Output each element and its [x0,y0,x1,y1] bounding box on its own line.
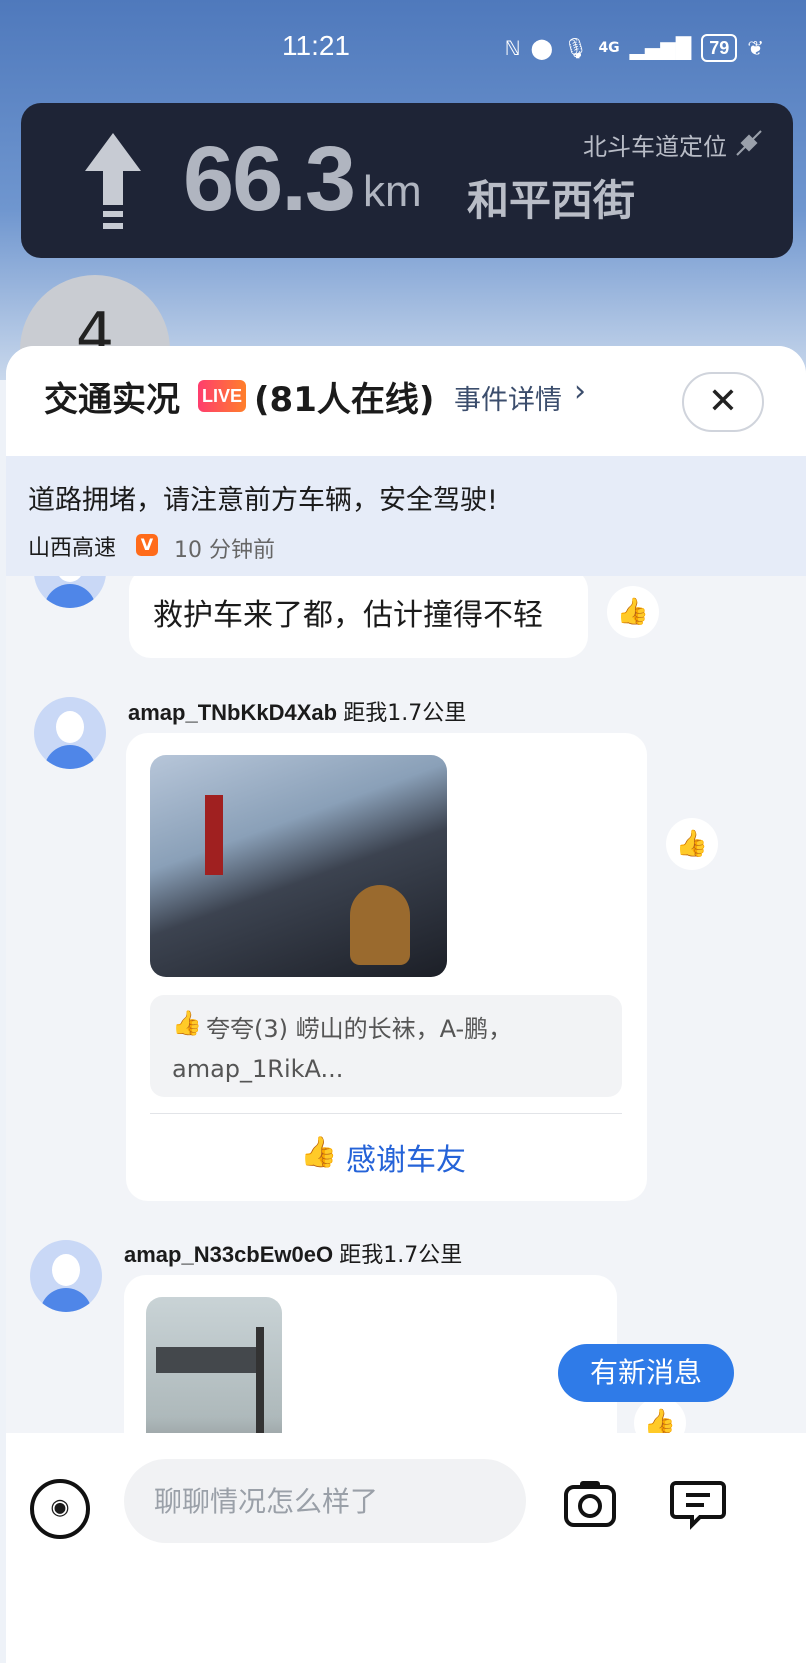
straight-arrow-icon [85,133,141,229]
thumbs-up-icon: 👍 [300,1135,338,1170]
network-label: 4G [598,40,620,56]
message-user-line: amap_N33cbEw0eO 距我1.7公里 [124,1237,462,1269]
nav-distance: 66.3 [183,128,356,230]
chat-input[interactable] [124,1459,526,1543]
navigation-banner[interactable]: 66.3 km 和平西街 北斗车道定位 [21,103,793,258]
panel-header: 交通实况 LIVE (81人在线) 事件详情 › ✕ [6,346,806,456]
thank-label: 感谢车友 [346,1143,466,1178]
nav-distance-unit: km [363,167,422,216]
beidou-lane-label: 北斗车道定位 [583,133,727,161]
notice-time: 10 分钟前 [174,538,275,563]
like-button[interactable]: 👍 [666,818,718,870]
signal-icon: ▂▄▆█ [629,36,692,60]
location-icon: ⬤ [530,36,554,60]
panel-title: 交通实况 [44,380,180,420]
avatar[interactable] [34,576,106,608]
notice-source[interactable]: 山西高速 [28,530,116,562]
comment-button[interactable] [670,1475,726,1531]
close-icon: ✕ [707,381,739,422]
camera-button[interactable] [562,1475,618,1531]
thumbs-up-icon: 👍 [616,597,650,627]
distance-label: 距我1.7公里 [343,701,467,726]
divider [150,1113,622,1114]
online-count: (81人在线) [254,380,435,420]
username[interactable]: amap_TNbKkD4Xab [128,700,337,725]
message-feed[interactable]: 救护车来了都，估计撞得不轻 👍 amap_TNbKkD4Xab 距我1.7公里 … [6,576,806,1476]
message-text: 救护车来了都，估计撞得不轻 [153,598,543,633]
avatar[interactable] [34,697,106,769]
mic-icon: 🎙 [563,36,589,60]
status-bar: 11:21 ℕ ⬤ 🎙 4G ▂▄▆█ 79 ❦ [0,28,806,72]
leaf-icon: ❦ [747,36,764,60]
nfc-icon: ℕ [504,36,521,60]
status-time: 11:21 [282,30,350,61]
like-button[interactable]: 👍 [607,586,659,638]
voice-icon: ◉ [50,1495,70,1520]
notice-text: 道路拥堵，请注意前方车辆，安全驾驶! [28,485,498,516]
distance-label: 距我1.7公里 [339,1243,463,1268]
live-badge: LIVE [198,380,246,412]
status-icons: ℕ ⬤ 🎙 4G ▂▄▆█ 79 ❦ [505,34,764,62]
message-user-line: amap_TNbKkD4Xab 距我1.7公里 [128,695,466,727]
close-button[interactable]: ✕ [682,372,764,432]
username[interactable]: amap_N33cbEw0eO [124,1242,333,1267]
message-photo[interactable] [150,755,447,977]
message-card: 👍 夸夸(3) 崂山的长袜，A-鹏，amap_1RikA... 👍 感谢车友 [126,733,647,1201]
thumbs-up-icon: 👍 [675,829,709,859]
praise-text: 夸夸(3) 崂山的长袜，A-鹏，amap_1RikA... [172,1015,513,1083]
event-detail-link[interactable]: 事件详情 [454,378,562,417]
chevron-right-icon[interactable]: › [574,374,586,409]
satellite-icon [736,130,762,156]
voice-button[interactable]: ◉ [30,1479,90,1539]
new-message-button[interactable]: 有新消息 [558,1344,734,1402]
official-notice: 道路拥堵，请注意前方车辆，安全驾驶! 山西高速 V 10 分钟前 [6,456,806,576]
avatar[interactable] [30,1240,102,1312]
chat-input-bar: ◉ [6,1433,806,1663]
praise-box[interactable]: 👍 夸夸(3) 崂山的长袜，A-鹏，amap_1RikA... [150,995,622,1097]
verified-badge: V [136,534,158,556]
nav-road-name: 和平西街 [467,176,636,225]
battery-indicator: 79 [701,34,738,62]
message-bubble: 救护车来了都，估计撞得不轻 [129,576,588,658]
